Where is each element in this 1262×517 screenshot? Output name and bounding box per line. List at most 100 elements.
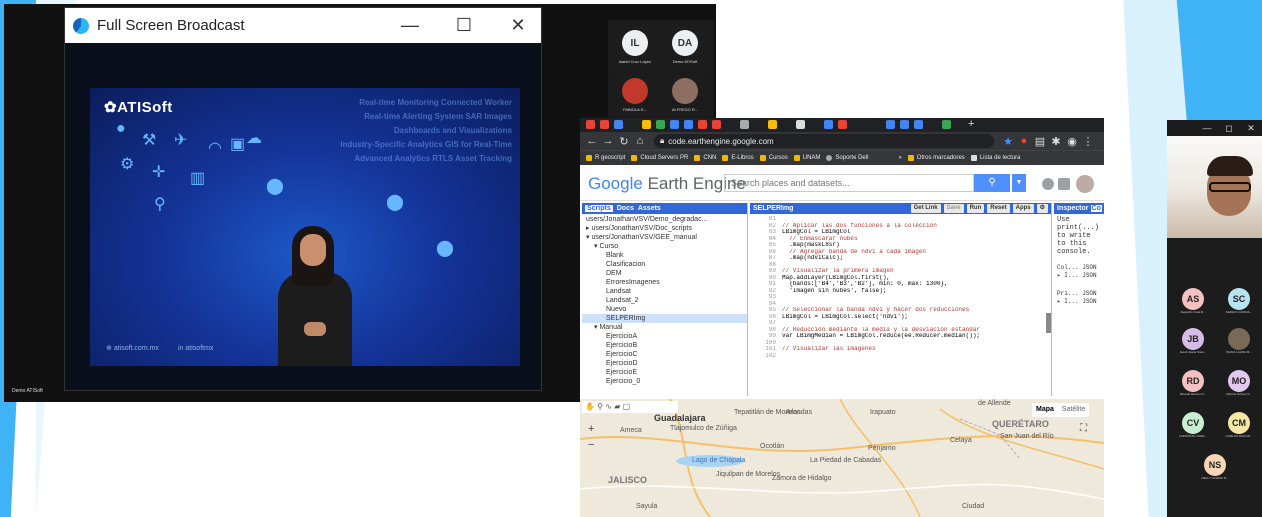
broadcast-titlebar[interactable]: Full Screen Broadcast — ☐ ✕ <box>65 8 541 43</box>
tab-icon[interactable] <box>614 120 623 129</box>
tab-icon[interactable] <box>796 120 805 129</box>
get-link-button[interactable]: Get Link <box>910 204 941 213</box>
tab-icon[interactable] <box>824 120 833 129</box>
participant-tile[interactable]: JB Jacob Jesús Nieto... <box>1173 328 1213 354</box>
script-tree-item[interactable]: EjercicioD <box>582 359 747 368</box>
tab-icon[interactable] <box>838 120 847 129</box>
script-tree-item[interactable]: Landsat_2 <box>582 296 747 305</box>
tab-docs[interactable]: Docs <box>617 205 634 212</box>
map-drawing-tools[interactable]: ✋ ⚲ ∿ ▰ ▢ <box>582 401 678 413</box>
script-tree-item[interactable]: Blank <box>582 251 747 260</box>
participant-tile[interactable]: SC SERGIO GARCIA... <box>1219 288 1259 314</box>
camera-video-tile[interactable]: — ◻ ✕ <box>1167 120 1262 238</box>
gee-logo[interactable]: Google Earth Engine <box>588 174 746 194</box>
participant-tile[interactable]: ALFREDO R... <box>660 74 710 116</box>
script-tree-item[interactable]: ▾ Curso <box>582 242 747 251</box>
tab-icon[interactable] <box>914 120 923 129</box>
script-tree-item[interactable]: ▾ Manual <box>582 323 747 332</box>
bookmark-item[interactable]: UNAM <box>793 155 820 161</box>
maximize-button[interactable]: ☐ <box>449 15 479 36</box>
script-tree-item[interactable]: users/JonathanVSV/Demo_degradac... <box>582 215 747 224</box>
minimize-button[interactable]: — <box>395 15 425 36</box>
script-tree-item[interactable]: SELPERImg <box>582 314 747 323</box>
bookmark-item[interactable]: CNN <box>694 155 716 161</box>
run-button[interactable]: Run <box>966 204 985 213</box>
bookmark-item[interactable]: R geoscript <box>586 155 625 161</box>
participant-tile[interactable]: DA Demo ATISoft <box>660 22 710 72</box>
close-button[interactable]: ✕ <box>1240 123 1262 134</box>
bookmark-item[interactable]: Cursos <box>759 155 788 161</box>
participant-tile[interactable]: FABIOLA D... <box>610 74 660 116</box>
more-bookmarks-icon[interactable]: » <box>898 155 901 161</box>
forward-icon[interactable]: → <box>600 135 616 147</box>
search-icon[interactable]: ⚲ <box>974 174 1010 192</box>
map-type-control[interactable]: Mapa Satélite <box>1032 403 1090 417</box>
tab-icon[interactable] <box>670 120 679 129</box>
console-item[interactable]: Col... JSON <box>1057 264 1101 272</box>
participant-tile[interactable]: MO Mónica Ochoa (Y... <box>1219 370 1259 396</box>
script-tree-item[interactable]: Ejercicio_0 <box>582 377 747 386</box>
participant-tile[interactable]: AS Alejandro Fuiel R... <box>1173 288 1213 314</box>
gmail-tab-icon[interactable] <box>600 120 609 129</box>
home-icon[interactable]: ⌂ <box>632 135 648 147</box>
script-tree-item[interactable]: Landsat <box>582 287 747 296</box>
participant-tile[interactable]: IL Isabel Cruz López <box>610 22 660 72</box>
user-avatar[interactable] <box>1076 175 1094 193</box>
script-tree-item[interactable]: EjercicioC <box>582 350 747 359</box>
save-button[interactable]: Save <box>943 204 964 213</box>
tab-icon[interactable] <box>712 120 721 129</box>
tab-icon[interactable] <box>740 120 749 129</box>
tab-scripts[interactable]: Scripts <box>585 205 613 212</box>
apps-button[interactable]: Apps <box>1012 204 1034 213</box>
tab-icon[interactable] <box>886 120 895 129</box>
bookmark-item[interactable]: Soporte Dell <box>826 155 868 161</box>
script-tree-item[interactable]: Clasificacion <box>582 260 747 269</box>
menu-icon[interactable]: ⋮ <box>1080 135 1096 148</box>
script-tree-item[interactable]: EjercicioE <box>582 368 747 377</box>
close-button[interactable]: ✕ <box>503 15 533 36</box>
fullscreen-icon[interactable]: ⛶ <box>1080 423 1087 434</box>
zoom-out-button[interactable]: − <box>588 439 594 451</box>
extensions-puzzle-icon[interactable]: ✱ <box>1048 135 1064 148</box>
maximize-button[interactable]: ◻ <box>1218 123 1240 134</box>
tab-strip[interactable]: + <box>580 118 1104 132</box>
bookmark-star-icon[interactable]: ★ <box>1000 135 1016 148</box>
participant-tile[interactable]: NS NELLY LILIANO R... <box>1195 454 1235 480</box>
console-item[interactable]: Pri... JSON <box>1057 290 1101 298</box>
map-view[interactable]: ✋ ⚲ ∿ ▰ ▢ + − Mapa Satélite ⛶ Guadalajar… <box>580 399 1104 517</box>
minimize-button[interactable]: — <box>1196 123 1218 133</box>
tab-icon[interactable] <box>684 120 693 129</box>
tab-icon[interactable] <box>900 120 909 129</box>
zoom-in-button[interactable]: + <box>588 423 594 435</box>
reading-list-button[interactable]: Lista de lectura <box>970 155 1021 161</box>
participant-tile[interactable]: RD Ricardo Ramon D... <box>1173 370 1213 396</box>
reset-button[interactable]: Reset <box>987 204 1010 213</box>
cam-window-titlebar[interactable]: — ◻ ✕ <box>1167 120 1262 136</box>
script-tree-item[interactable]: DEM <box>582 269 747 278</box>
profile-icon[interactable]: ◉ <box>1064 135 1080 148</box>
bookmark-item[interactable]: Cloud Servers PR <box>631 155 688 161</box>
tab-icon[interactable] <box>642 120 651 129</box>
script-tree-item[interactable]: ▸ users/JonathanVSV/Doc_scripts <box>582 224 747 233</box>
gmail-tab-icon[interactable] <box>586 120 595 129</box>
participant-tile[interactable]: CM CARLOS DIAZ MI... <box>1219 412 1259 438</box>
script-tree-item[interactable]: Nuevo <box>582 305 747 314</box>
back-icon[interactable]: ← <box>584 135 600 147</box>
script-tree-item[interactable]: EjercicioA <box>582 332 747 341</box>
tab-console[interactable]: Co <box>1090 205 1102 212</box>
address-bar[interactable]: 🔒︎ code.earthengine.google.com <box>654 134 994 148</box>
extension-icon[interactable]: ▤ <box>1032 135 1048 148</box>
reload-icon[interactable]: ↻ <box>616 135 632 148</box>
tab-assets[interactable]: Assets <box>638 205 661 212</box>
map-type-satellite[interactable]: Satélite <box>1058 403 1089 417</box>
chevron-down-icon[interactable]: ▼ <box>1012 174 1026 192</box>
tab-icon[interactable] <box>768 120 777 129</box>
feedback-icon[interactable] <box>1058 178 1070 190</box>
map-type-map[interactable]: Mapa <box>1032 403 1058 417</box>
new-tab-icon[interactable]: + <box>968 118 974 130</box>
gee-search-input[interactable]: Search places and datasets... <box>724 174 974 192</box>
settings-gear-icon[interactable]: ⚙ <box>1036 204 1048 213</box>
script-tree-item[interactable]: ▾ users/JonathanVSV/GEE_manual <box>582 233 747 242</box>
extension-icon[interactable]: ● <box>1016 135 1032 147</box>
bookmark-item[interactable]: E-Libros <box>722 155 754 161</box>
